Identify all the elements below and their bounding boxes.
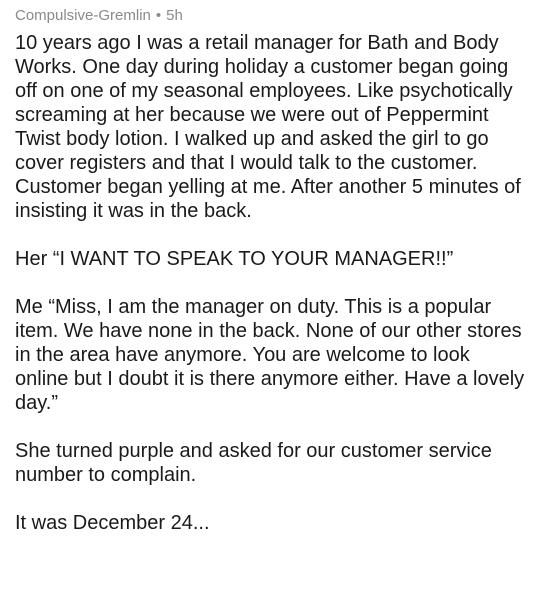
comment-paragraph: She turned purple and asked for our cust…	[15, 440, 492, 486]
comment-meta: Compulsive-Gremlin • 5h	[15, 6, 525, 26]
meta-separator: •	[155, 7, 162, 24]
comment-paragraph: Me “Miss, I am the manager on duty. This…	[15, 296, 525, 414]
comment: Compulsive-Gremlin • 5h 10 years ago I was…	[15, 6, 525, 535]
comment-body: 10 years ago I was a retail manager for …	[15, 31, 525, 535]
comment-paragraph: 10 years ago I was a retail manager for …	[15, 32, 521, 222]
comment-paragraph: Her “I WANT TO SPEAK TO YOUR MANAGER!!”	[15, 248, 454, 270]
comment-timestamp[interactable]: 5h	[166, 7, 183, 24]
comment-paragraph: It was December 24...	[15, 512, 210, 534]
author-name[interactable]: Compulsive-Gremlin	[15, 7, 151, 24]
